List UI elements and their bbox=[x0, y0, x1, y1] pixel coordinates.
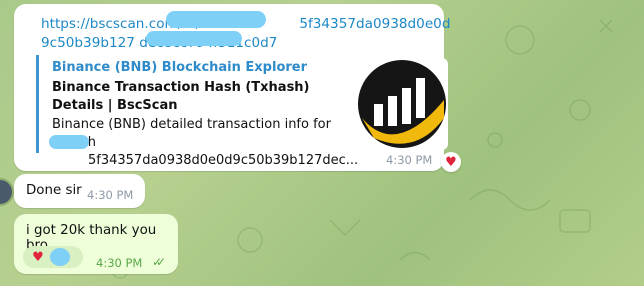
incoming-message-bubble: Done sir 4:30 PM bbox=[14, 174, 145, 208]
preview-description: Binance (BNB) detailed transaction info … bbox=[52, 117, 359, 168]
message-time: 4:30 PM bbox=[87, 188, 134, 202]
bscscan-logo-icon bbox=[356, 58, 448, 150]
outgoing-message-bubble: i got 20k thank you bro ♥ 4:30 PM ✓✓ bbox=[14, 214, 178, 274]
message-time: 4:30 PM bbox=[386, 153, 433, 167]
reaction-avatar bbox=[50, 248, 70, 266]
redaction-blot bbox=[166, 11, 266, 28]
message-text: Done sir bbox=[26, 183, 82, 198]
read-checkmark-icon: ✓✓ bbox=[152, 255, 166, 269]
redaction-blot bbox=[49, 135, 89, 149]
message-time: 4:30 PM bbox=[96, 256, 143, 270]
preview-title: Binance Transaction Hash (Txhash) Detail… bbox=[52, 80, 310, 113]
heart-reaction-icon: ♥ bbox=[32, 249, 44, 265]
redaction-blot bbox=[146, 31, 242, 46]
heart-reaction-icon[interactable]: ♥ bbox=[441, 152, 461, 172]
preview-site-name: Binance (BNB) Blockchain Explorer bbox=[52, 60, 308, 75]
link-preview-card[interactable]: Binance (BNB) Blockchain Explorer Binanc… bbox=[36, 55, 448, 168]
link-message-bubble: https://bscscan.com/tx/5f34357da0938d0e0… bbox=[14, 4, 450, 171]
